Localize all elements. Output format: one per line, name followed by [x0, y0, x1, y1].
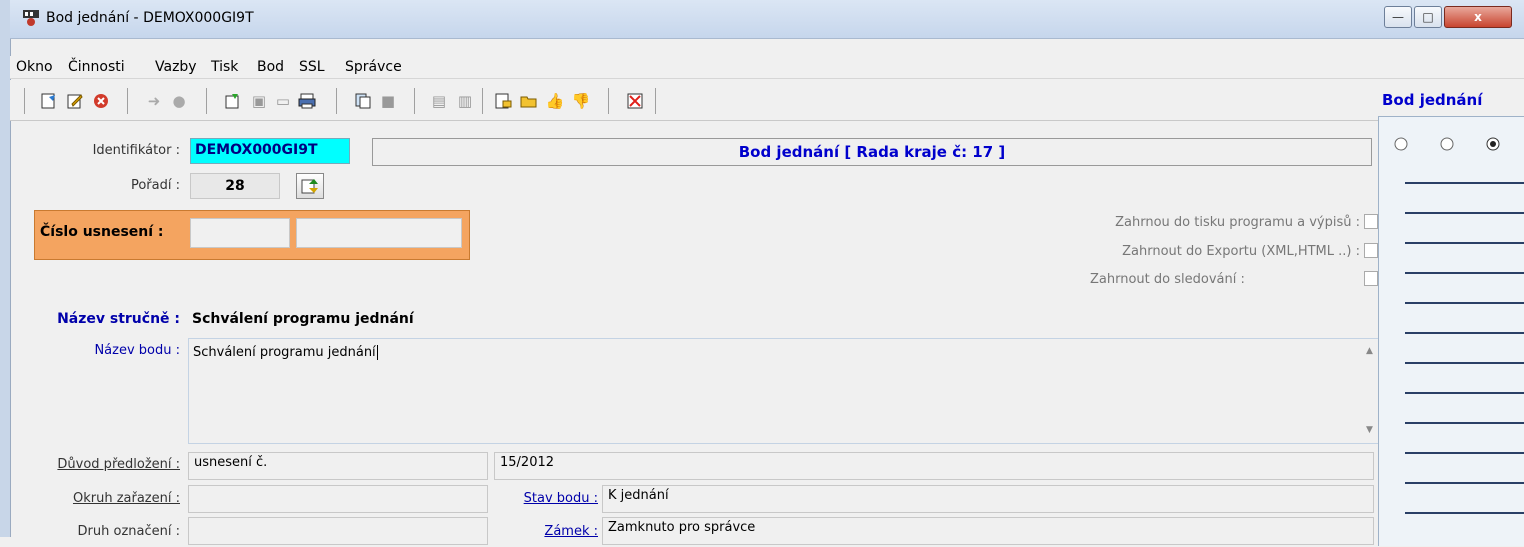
close-icon: x [1474, 10, 1482, 24]
duvod-predlozeni-field[interactable]: usnesení č. [188, 452, 488, 480]
cislo-usneseni-field-1[interactable] [190, 218, 290, 248]
menu-spravce[interactable]: Správce [345, 59, 402, 75]
stav-bodu-field[interactable]: K jednání [602, 485, 1374, 513]
stav-bodu-label[interactable]: Stav bodu : [490, 491, 598, 506]
okruh-zarazeni-field[interactable] [188, 485, 488, 513]
document-icon[interactable]: ▤ [428, 90, 450, 112]
toolbar-separator [482, 88, 483, 114]
import-icon[interactable]: ▣ [248, 90, 270, 112]
header-text: Bod jednání [ Rada kraje č: 17 ] [738, 143, 1006, 161]
menu-cinnosti[interactable]: Činnosti [68, 59, 125, 75]
export-icon[interactable] [222, 90, 244, 112]
duvod-predlozeni-label[interactable]: Důvod předložení : [20, 457, 180, 472]
menu-vazby[interactable]: Vazby [155, 59, 197, 75]
new-record-icon[interactable] [38, 90, 60, 112]
toolbar-separator [336, 88, 337, 114]
reorder-button[interactable] [296, 173, 324, 199]
check-tisk-label: Zahrnou do tisku programu a výpisů : [1115, 215, 1360, 230]
toolbar-separator [608, 88, 609, 114]
menu-okno[interactable]: Okno [16, 59, 53, 75]
nazev-bodu-text: Schválení programu jednání [193, 345, 376, 360]
okruh-zarazeni-label[interactable]: Okruh zařazení : [20, 491, 180, 506]
minimize-button[interactable]: — [1384, 6, 1412, 28]
message-icon[interactable]: ▭ [272, 90, 294, 112]
document-list-icon[interactable]: ▥ [454, 90, 476, 112]
poradi-field[interactable]: 28 [190, 173, 280, 199]
druh-oznaceni-field[interactable] [188, 517, 488, 545]
identifikator-label: Identifikátor : [92, 143, 180, 158]
pin-icon[interactable]: ● [168, 90, 190, 112]
cislo-usneseni-field-2[interactable] [296, 218, 462, 248]
zamek-field[interactable]: Zamknuto pro správce [602, 517, 1374, 545]
reorder-icon [301, 179, 318, 194]
toolbar-separator [414, 88, 415, 114]
check-tisk-checkbox[interactable] [1364, 214, 1378, 229]
notebook-panel[interactable] [1378, 116, 1524, 546]
panel-title: Bod jednání [1382, 91, 1483, 109]
move-right-icon[interactable]: ➜ [143, 90, 165, 112]
edit-icon[interactable] [64, 90, 86, 112]
toolbar-separator [127, 88, 128, 114]
close-button[interactable]: x [1444, 6, 1512, 28]
check-sledovani-checkbox[interactable] [1364, 271, 1378, 286]
menu-bod[interactable]: Bod [257, 59, 284, 75]
attach-icon[interactable] [492, 90, 514, 112]
scroll-down-icon[interactable]: ▼ [1366, 425, 1373, 435]
nazev-bodu-label: Název bodu : [94, 343, 180, 358]
check-export-checkbox[interactable] [1364, 243, 1378, 258]
app-icon [22, 9, 40, 27]
identifikator-field[interactable]: DEMOX000GI9T [190, 138, 350, 164]
menu-tisk[interactable]: Tisk [211, 59, 238, 75]
nazev-strucne-label: Název stručně : [57, 311, 180, 327]
scroll-up-icon[interactable]: ▲ [1366, 346, 1373, 356]
duvod-cislo-field[interactable]: 15/2012 [494, 452, 1374, 480]
print-icon[interactable] [296, 90, 318, 112]
menu-ssl[interactable]: SSL [299, 59, 325, 75]
toolbar-grip [24, 88, 25, 114]
paste-icon[interactable]: ■ [377, 90, 399, 112]
maximize-icon: □ [1422, 10, 1434, 24]
cislo-usneseni-label: Číslo usnesení : [40, 224, 164, 240]
poradi-label: Pořadí : [130, 178, 180, 193]
delete-icon[interactable] [90, 90, 112, 112]
open-folder-icon[interactable] [518, 90, 540, 112]
thumbs-down-icon[interactable]: 👎 [570, 90, 592, 112]
cancel-document-icon[interactable] [624, 90, 646, 112]
copy-icon[interactable] [352, 90, 374, 112]
check-export-label: Zahrnout do Exportu (XML,HTML ..) : [1122, 244, 1360, 259]
window-title: Bod jednání - DEMOX000GI9T [46, 10, 254, 26]
thumbs-up-icon[interactable]: 👍 [544, 90, 566, 112]
toolbar-separator [206, 88, 207, 114]
notebook-lines-icon [1394, 137, 1524, 514]
nazev-strucne-field[interactable]: Schválení programu jednání [192, 311, 414, 327]
nazev-bodu-textarea[interactable]: Schválení programu jednání [188, 338, 1380, 444]
toolbar-separator [655, 88, 656, 114]
check-sledovani-label: Zahrnout do sledování : [1090, 272, 1245, 287]
maximize-button[interactable]: □ [1414, 6, 1442, 28]
minimize-icon: — [1392, 10, 1404, 24]
